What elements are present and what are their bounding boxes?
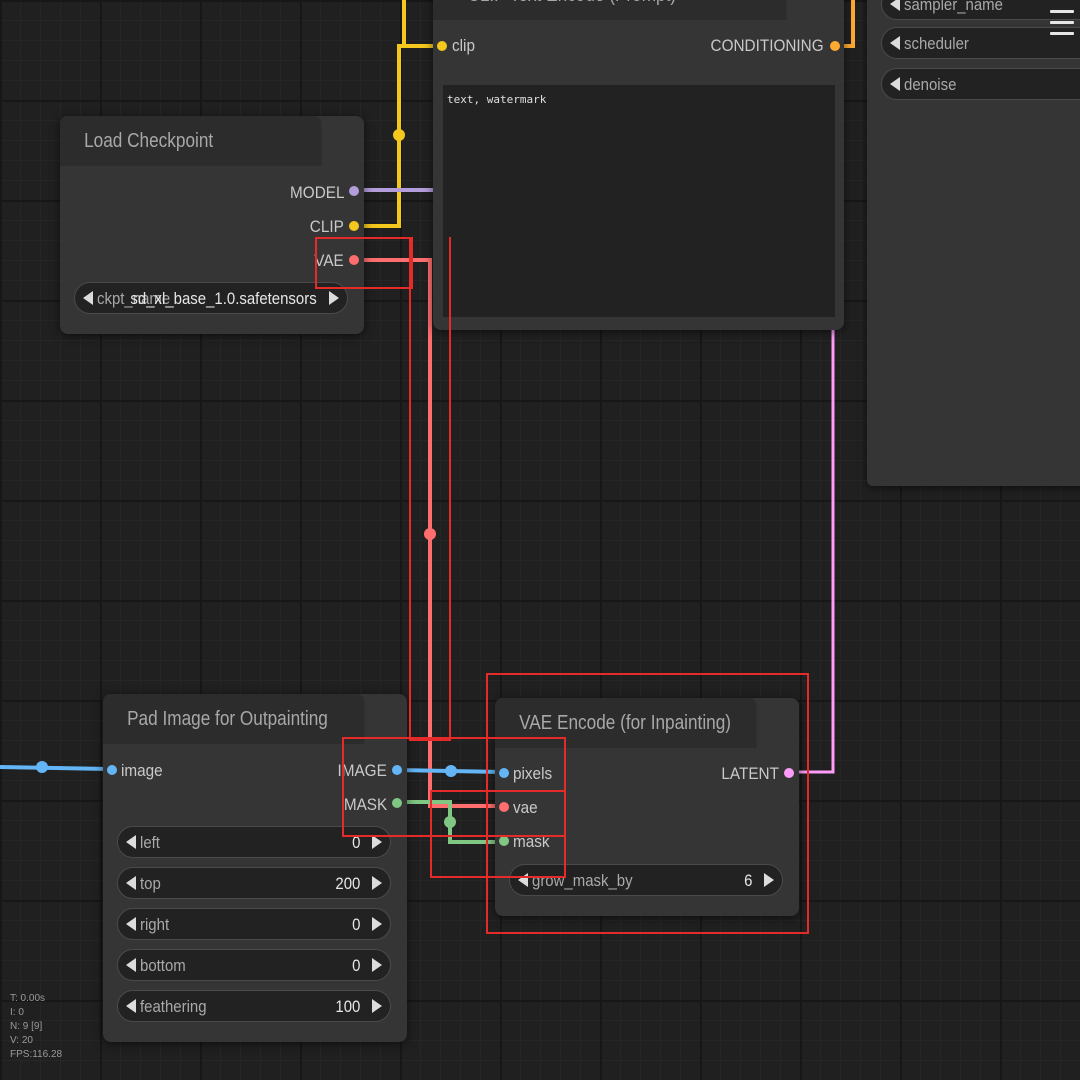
denoise-widget[interactable]: denoise [881,68,1080,100]
arrow-left-icon [890,77,900,91]
arrow-left-icon[interactable] [126,835,136,849]
arrow-right-icon[interactable] [329,291,339,305]
stat-i: I: 0 [10,1007,24,1018]
arrow-left-icon [890,36,900,50]
arrow-left-icon [890,0,900,11]
wire-clip-reroute [393,129,405,141]
arrow-right-icon[interactable] [372,876,382,890]
wire-image-in [0,765,111,771]
stats-overlay: T: 0.00s I: 0 N: 9 [9] V: 20 FPS:116.28 [10,992,62,1062]
arrow-left-icon[interactable] [126,999,136,1013]
stat-nodes: N: 9 [9] [10,1021,43,1032]
model-output-label: MODEL [289,183,344,202]
clip-output-slot[interactable] [349,221,359,231]
right-widget[interactable]: right 0 [117,908,391,940]
wire-image-in-reroute [36,761,48,773]
arrow-right-icon[interactable] [372,958,382,972]
load-checkpoint-title: Load Checkpoint [60,116,322,166]
stat-time: T: 0.00s [10,993,46,1004]
image-input-slot[interactable] [107,765,117,775]
conditioning-output-slot[interactable] [830,41,840,51]
clip-text-encode-node[interactable]: CLIP Text Encode (Prompt) clip CONDITION… [433,0,844,330]
clip-text-encode-title: CLIP Text Encode (Prompt) [433,0,787,20]
arrow-left-icon[interactable] [126,876,136,890]
arrow-right-icon[interactable] [372,917,382,931]
highlight-vae-encode [486,673,809,934]
conditioning-output-label: CONDITIONING [710,36,824,55]
arrow-left-icon[interactable] [126,917,136,931]
menu-icon[interactable] [1050,10,1074,43]
arrow-left-icon[interactable] [126,958,136,972]
highlight-vae-output [315,237,413,289]
clip-output-label: CLIP [309,217,344,236]
bottom-widget[interactable]: bottom 0 [117,949,391,981]
stat-v: V: 20 [10,1035,33,1046]
stat-fps: FPS:116.28 [10,1049,63,1060]
clip-input-label: clip [452,36,475,55]
clip-input-slot[interactable] [437,41,447,51]
feathering-widget[interactable]: feathering 100 [117,990,391,1022]
arrow-left-icon[interactable] [83,291,93,305]
pad-image-title: Pad Image for Outpainting [103,694,365,744]
ksampler-node[interactable]: sampler_name scheduler denoise [867,0,1080,486]
model-output-slot[interactable] [349,186,359,196]
highlight-vae-wire [409,237,451,741]
load-checkpoint-node[interactable]: Load Checkpoint MODEL CLIP VAE ckpt_name… [60,116,364,334]
arrow-right-icon[interactable] [372,999,382,1013]
ckpt-name-widget[interactable]: ckpt_name sd_xl_base_1.0.safetensors [74,282,348,314]
top-widget[interactable]: top 200 [117,867,391,899]
arrow-right-icon[interactable] [372,835,382,849]
prompt-textarea[interactable]: text, watermark [443,85,835,317]
image-input-label: image [121,761,163,780]
